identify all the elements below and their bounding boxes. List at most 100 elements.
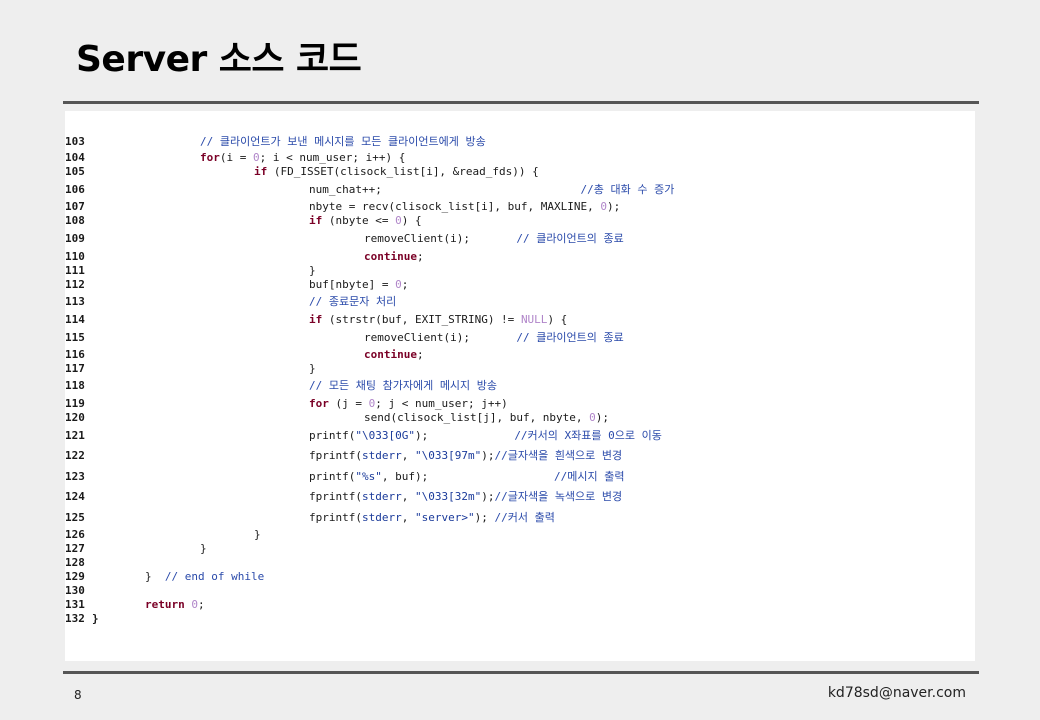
code-line: 111}	[65, 264, 965, 278]
code-text: } // end of while	[145, 570, 264, 584]
code-token: for	[200, 151, 220, 164]
code-token: //커서 출력	[494, 511, 555, 524]
code-line: 105 if (FD_ISSET(clisock_list[i], &read_f…	[65, 165, 965, 179]
page-number: 8	[74, 688, 82, 702]
code-token: stderr	[361, 490, 402, 503]
line-number: 120	[65, 411, 85, 424]
slide-title: Server 소스 코드	[76, 39, 362, 80]
code-line: 124 fprintf(stderr, "\033[32m");//글자색을 녹색…	[65, 490, 965, 504]
code-token: (j =	[328, 397, 369, 410]
code-token: ,	[401, 511, 415, 524]
line-number: 112	[65, 278, 85, 291]
code-token: printf(	[309, 429, 356, 442]
code-token: stderr	[361, 449, 402, 462]
code-text: nbyte = recv(clisock_list[i], buf, MAXLI…	[309, 200, 620, 214]
code-line: 114 if (strstr(buf, EXIT_STRING) != NULL)…	[65, 313, 965, 327]
code-line: 121 printf("\033[0G"); //커서의 X좌표를 0으로 이동	[65, 429, 965, 443]
line-number: 119	[65, 397, 85, 410]
code-text: removeClient(i); // 클라이언트의 종료	[364, 331, 624, 345]
line-number: 108	[65, 214, 85, 227]
code-token: fprintf(	[309, 511, 362, 524]
closing-brace: }	[92, 612, 99, 625]
code-token: // 모든 채팅 참가자에게 메시지 방송	[309, 379, 498, 392]
code-line: 120 send(clisock_list[j], buf, nbyte, 0);	[65, 411, 965, 425]
code-line: 116 continue;	[65, 348, 965, 362]
code-token: ; i < num_user; i++) {	[259, 151, 406, 164]
code-line: 123 printf("%s", buf); //메시지 출력	[65, 470, 965, 484]
code-text: if (strstr(buf, EXIT_STRING) != NULL) {	[309, 313, 567, 327]
code-text: for (j = 0; j < num_user; j++)	[309, 397, 508, 411]
code-token: send(clisock_list[j], buf, nbyte,	[364, 411, 590, 424]
code-token: (FD_ISSET(clisock_list[i], &read_fds)) {	[267, 165, 539, 178]
code-text: num_chat++; //총 대화 수 증가	[309, 183, 674, 197]
line-number: 122	[65, 449, 85, 462]
code-line: 128	[65, 556, 965, 570]
footer-divider	[63, 671, 979, 674]
line-number: 123	[65, 470, 85, 483]
code-token: return	[145, 598, 185, 611]
line-number: 104	[65, 151, 85, 164]
code-line: 119 for (j = 0; j < num_user; j++)	[65, 397, 965, 411]
code-line: 122 fprintf(stderr, "\033[97m");//글자색을 흰색…	[65, 449, 965, 463]
code-line: 125 fprintf(stderr, "server>"); //커서 출력	[65, 511, 965, 525]
code-token: 0	[395, 278, 402, 291]
code-token: 0	[191, 598, 198, 611]
code-text: }	[254, 528, 261, 542]
code-token: }	[145, 570, 165, 583]
code-token: (strstr(buf, EXIT_STRING) !=	[322, 313, 521, 326]
code-line: 129} // end of while	[65, 570, 965, 584]
line-number: 132	[65, 612, 85, 625]
code-token: );	[474, 511, 495, 524]
code-token: ;	[416, 250, 424, 263]
line-number: 117	[65, 362, 85, 375]
code-line: 107 nbyte = recv(clisock_list[i], buf, MA…	[65, 200, 965, 214]
code-line: 103 // 클라이언트가 보낸 메시지를 모든 클라이언트에게 방송	[65, 135, 965, 149]
code-token: if	[254, 165, 268, 178]
code-token: ;	[416, 348, 424, 361]
code-token: ,	[401, 490, 415, 503]
code-text: // 모든 채팅 참가자에게 메시지 방송	[309, 379, 497, 393]
code-token: // 종료문자 처리	[309, 295, 397, 308]
line-number: 128	[65, 556, 85, 569]
code-text: fprintf(stderr, "\033[97m");//글자색을 흰색으로 …	[309, 449, 622, 463]
code-token: );	[414, 429, 515, 442]
line-number: 121	[65, 429, 85, 442]
code-token: nbyte = recv(clisock_list[i], buf, MAXLI…	[309, 200, 601, 213]
code-token: // 클라이언트의 종료	[516, 232, 624, 245]
code-text: printf("%s", buf); //메시지 출력	[309, 470, 625, 484]
code-line: 118 // 모든 채팅 참가자에게 메시지 방송	[65, 379, 965, 393]
code-text: return 0;	[145, 598, 205, 612]
code-token: (i =	[219, 151, 253, 164]
line-number: 106	[65, 183, 85, 196]
code-token: "\033[0G"	[355, 429, 415, 442]
line-number: 105	[65, 165, 85, 178]
code-token: "%s"	[355, 470, 382, 483]
code-token: stderr	[361, 511, 402, 524]
code-token: ,	[401, 449, 415, 462]
code-token: ) {	[547, 313, 568, 326]
code-text: if (FD_ISSET(clisock_list[i], &read_fds)…	[254, 165, 539, 179]
line-number: 109	[65, 232, 85, 245]
code-token: if	[309, 313, 323, 326]
code-token: 0	[395, 214, 402, 227]
line-number: 115	[65, 331, 85, 344]
code-text: }	[309, 264, 316, 278]
code-token: // 클라이언트의 종료	[516, 331, 624, 344]
code-text: if (nbyte <= 0) {	[309, 214, 422, 228]
code-text: continue;	[364, 250, 424, 264]
code-token: if	[309, 214, 323, 227]
code-token: );	[481, 490, 495, 503]
code-token: printf(	[309, 470, 356, 483]
code-token: // end of while	[164, 570, 265, 583]
code-token: removeClient(i);	[364, 331, 517, 344]
line-number: 131	[65, 598, 85, 611]
code-token: //글자색을 흰색으로 변경	[494, 449, 623, 462]
code-token: }	[309, 264, 316, 277]
code-token: 0	[253, 151, 260, 164]
line-number: 130	[65, 584, 85, 597]
code-line: 131 return 0;	[65, 598, 965, 612]
code-line: 127}	[65, 542, 965, 556]
code-line: 106 num_chat++; //총 대화 수 증가	[65, 183, 965, 197]
line-number: 118	[65, 379, 85, 392]
code-text: for(i = 0; i < num_user; i++) {	[200, 151, 405, 165]
